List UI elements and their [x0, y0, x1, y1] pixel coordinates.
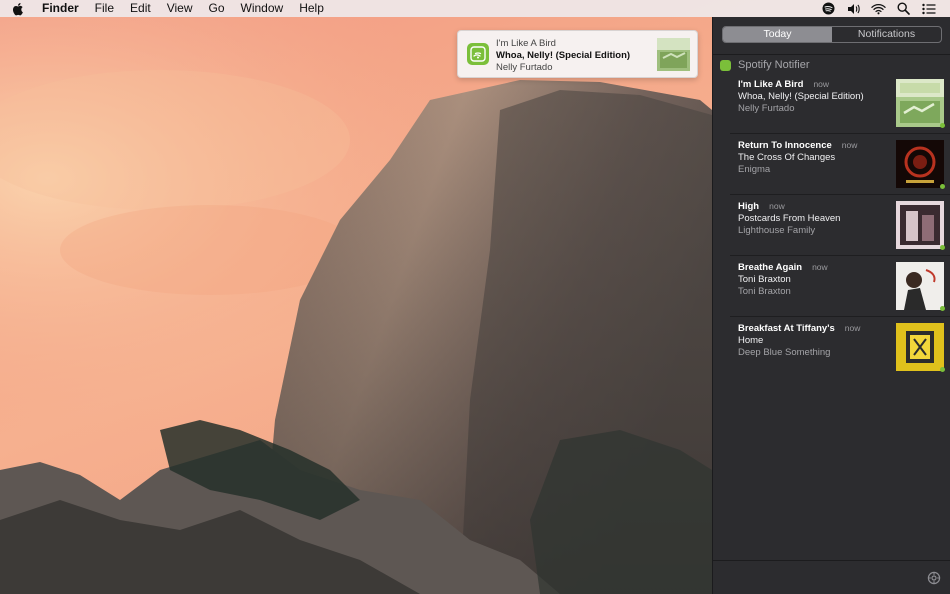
notification-title-line: Breathe Again now: [738, 262, 828, 273]
banner-artist: Nelly Furtado: [496, 62, 553, 73]
tab-today[interactable]: Today: [723, 27, 832, 42]
notification-artist: Toni Braxton: [738, 286, 791, 297]
notification-time: now: [812, 262, 828, 272]
notification-artist: Deep Blue Something: [738, 347, 831, 358]
notification-item[interactable]: Breakfast At Tiffany's now Home Deep Blue…: [730, 317, 950, 378]
menu-file[interactable]: File: [87, 0, 122, 17]
notification-album: Postcards From Heaven: [738, 213, 841, 224]
album-art: [896, 140, 944, 188]
menu-bar: Finder File Edit View Go Window Help: [0, 0, 950, 17]
notification-title-line: I'm Like A Bird now: [738, 79, 829, 90]
tab-notifications[interactable]: Notifications: [832, 27, 941, 42]
album-art: [896, 79, 944, 127]
notification-title: High: [738, 201, 760, 212]
divider: [713, 54, 950, 55]
album-art: [896, 323, 944, 371]
notification-time: now: [769, 201, 785, 211]
notification-title: Breakfast At Tiffany's: [738, 323, 835, 334]
notification-item[interactable]: Return To Innocence now The Cross Of Chan…: [730, 134, 950, 195]
menu-help[interactable]: Help: [291, 0, 332, 17]
notification-album: The Cross Of Changes: [738, 152, 836, 163]
banner-subtitle: Whoa, Nelly! (Special Edition): [496, 50, 631, 61]
notification-artist: Lighthouse Family: [738, 225, 816, 236]
notification-item[interactable]: I'm Like A Bird now Whoa, Nelly! (Special…: [730, 73, 950, 134]
notification-banner[interactable]: I'm Like A Bird Whoa, Nelly! (Special Ed…: [457, 30, 698, 78]
notification-title: Return To Innocence: [738, 140, 832, 151]
notification-center: Today Notifications Spotify Notifier I'm…: [712, 17, 950, 594]
menu-view[interactable]: View: [159, 0, 201, 17]
notification-time: now: [841, 140, 858, 150]
notification-title: Breathe Again: [738, 262, 803, 273]
banner-title: I'm Like A Bird: [496, 38, 556, 49]
notification-list: I'm Like A Bird now Whoa, Nelly! (Special…: [713, 73, 950, 378]
album-art: [896, 262, 944, 310]
notification-artist: Enigma: [738, 164, 771, 175]
notification-item[interactable]: High now Postcards From Heaven Lighthouse…: [730, 195, 950, 256]
wifi-icon[interactable]: [871, 1, 886, 16]
volume-icon[interactable]: [846, 1, 861, 16]
divider: [713, 560, 950, 561]
status-dot: [940, 367, 945, 372]
status-dot: [940, 245, 945, 250]
banner-album-art: [657, 38, 690, 71]
app-group-header[interactable]: Spotify Notifier: [720, 59, 810, 71]
status-dot: [940, 306, 945, 311]
list-icon[interactable]: [921, 1, 936, 16]
notification-title-line: Breakfast At Tiffany's now: [738, 323, 860, 334]
notification-title-line: High now: [738, 201, 785, 212]
spotify-notifier-icon: [720, 59, 731, 71]
status-dot: [940, 184, 945, 189]
notification-title: I'm Like A Bird: [738, 79, 804, 90]
status-dot: [940, 123, 945, 128]
notification-album: Home: [738, 335, 764, 346]
menu-edit[interactable]: Edit: [122, 0, 159, 17]
app-group-name: Spotify Notifier: [738, 59, 810, 71]
status-area: [821, 0, 936, 17]
spotify-icon[interactable]: [821, 1, 836, 16]
album-art: [896, 201, 944, 249]
notification-album: Whoa, Nelly! (Special Edition): [738, 91, 864, 102]
search-icon[interactable]: [896, 1, 911, 16]
notification-artist: Nelly Furtado: [738, 103, 795, 114]
menu-finder[interactable]: Finder: [40, 0, 87, 17]
notification-time: now: [844, 323, 861, 333]
apple-icon[interactable]: [13, 2, 29, 16]
notification-time: now: [813, 79, 830, 89]
menu-window[interactable]: Window: [233, 0, 292, 17]
spotify-notifier-icon: [467, 43, 489, 65]
notification-item[interactable]: Breathe Again now Toni Braxton Toni Braxt…: [730, 256, 950, 317]
menu-go[interactable]: Go: [201, 0, 233, 17]
gear-icon[interactable]: [927, 571, 941, 585]
notification-title-line: Return To Innocence now: [738, 140, 857, 151]
notification-center-tabs: Today Notifications: [722, 26, 942, 43]
notification-album: Toni Braxton: [738, 274, 791, 285]
